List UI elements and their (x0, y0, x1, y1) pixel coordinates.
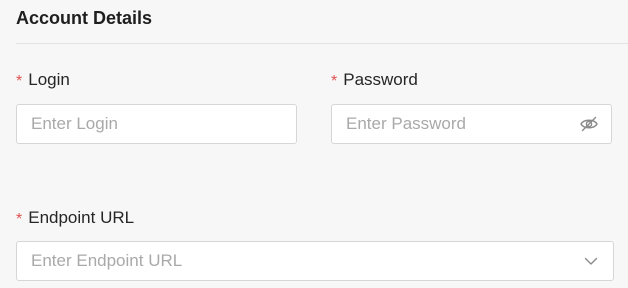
password-input[interactable] (332, 105, 611, 143)
required-asterisk: * (16, 211, 23, 228)
endpoint-url-field[interactable] (16, 241, 614, 281)
password-label-row: * Password (331, 69, 418, 92)
eye-off-icon[interactable] (579, 114, 599, 134)
account-details-form: Account Details * Login * Password * Endpoi… (0, 0, 628, 288)
section-divider (16, 43, 628, 44)
password-field (331, 104, 612, 144)
login-label-row: * Login (16, 69, 70, 92)
login-input[interactable] (17, 105, 296, 143)
chevron-down-icon[interactable] (581, 251, 601, 271)
login-label: Login (28, 70, 70, 89)
required-asterisk: * (16, 73, 23, 90)
section-title: Account Details (16, 8, 153, 28)
login-field (16, 104, 297, 144)
endpoint-url-label: Endpoint URL (28, 208, 135, 227)
endpoint-url-label-row: * Endpoint URL (16, 207, 134, 230)
password-label: Password (343, 70, 418, 89)
endpoint-url-input[interactable] (17, 242, 613, 280)
required-asterisk: * (331, 73, 338, 90)
